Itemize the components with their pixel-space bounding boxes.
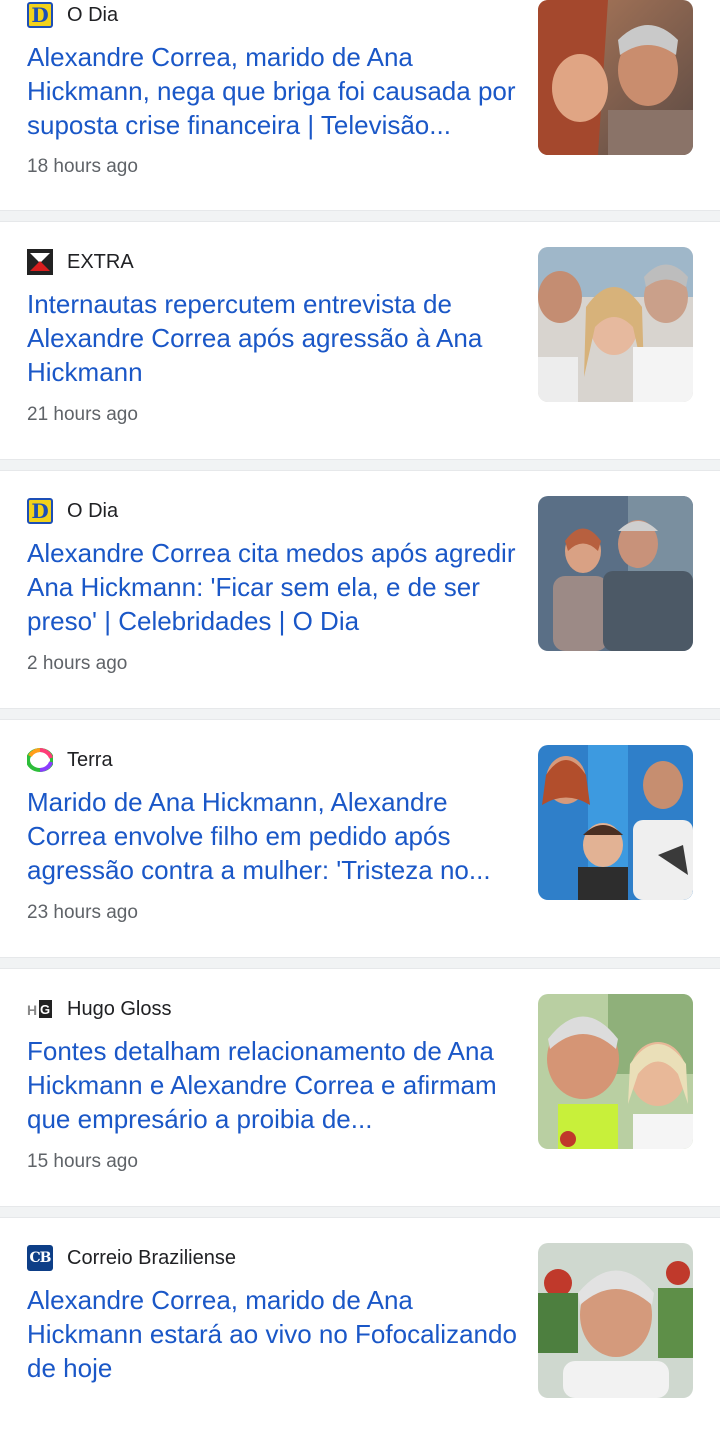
terra-logo-icon — [27, 747, 53, 773]
source-name: EXTRA — [67, 250, 134, 273]
article-headline[interactable]: Fontes detalham relacionamento de Ana Hi… — [27, 1034, 517, 1136]
article-source: Terra — [27, 747, 113, 773]
article-card[interactable]: Terra Marido de Ana Hickmann, Alexandre … — [0, 720, 720, 957]
article-headline[interactable]: Alexandre Correa cita medos após agredir… — [27, 536, 517, 638]
article-thumbnail[interactable] — [538, 496, 693, 651]
article-source: D O Dia — [27, 2, 118, 28]
article-timestamp: 18 hours ago — [27, 156, 138, 177]
svg-text:G: G — [40, 1002, 50, 1017]
article-thumbnail[interactable] — [538, 0, 693, 155]
article-headline[interactable]: Alexandre Correa, marido de Ana Hickmann… — [27, 40, 517, 142]
article-timestamp: 21 hours ago — [27, 404, 138, 425]
article-headline[interactable]: Marido de Ana Hickmann, Alexandre Correa… — [27, 785, 517, 887]
card-divider — [0, 210, 720, 222]
article-card[interactable]: H G Hugo Gloss Fontes detalham relaciona… — [0, 969, 720, 1206]
article-thumbnail[interactable] — [538, 1243, 693, 1398]
article-thumbnail[interactable] — [538, 994, 693, 1149]
article-timestamp: 2 hours ago — [27, 653, 128, 674]
article-source: EXTRA — [27, 249, 134, 275]
article-thumbnail[interactable] — [538, 247, 693, 402]
article-timestamp: 15 hours ago — [27, 1151, 138, 1172]
odia-logo-icon: D — [27, 498, 53, 524]
odia-logo-icon: D — [27, 2, 53, 28]
correio-logo-icon: CB — [27, 1245, 53, 1271]
article-headline[interactable]: Alexandre Correa, marido de Ana Hickmann… — [27, 1283, 517, 1385]
card-divider — [0, 1206, 720, 1218]
card-divider — [0, 459, 720, 471]
card-divider — [0, 957, 720, 969]
source-name: O Dia — [67, 3, 119, 26]
article-timestamp: 23 hours ago — [27, 902, 138, 923]
article-card[interactable]: CB Correio Braziliense Alexandre Correa,… — [0, 1218, 720, 1455]
hugo-gloss-logo-icon: H G — [27, 996, 53, 1022]
article-headline[interactable]: Internautas repercutem entrevista de Ale… — [27, 287, 517, 389]
card-divider — [0, 708, 720, 720]
svg-text:H: H — [27, 1002, 37, 1018]
source-name: Correio Braziliense — [67, 1246, 236, 1269]
article-card[interactable]: D O Dia Alexandre Correa cita medos após… — [0, 471, 720, 708]
article-card[interactable]: EXTRA Internautas repercutem entrevista … — [0, 222, 720, 459]
source-name: O Dia — [67, 499, 119, 522]
article-source: D O Dia — [27, 498, 118, 524]
article-thumbnail[interactable] — [538, 745, 693, 900]
source-name: Hugo Gloss — [67, 997, 172, 1020]
article-source: H G Hugo Gloss — [27, 996, 172, 1022]
extra-logo-icon — [27, 249, 53, 275]
source-name: Terra — [67, 748, 113, 771]
article-source: CB Correio Braziliense — [27, 1245, 236, 1271]
news-feed: D O Dia Alexandre Correa, marido de Ana … — [0, 0, 720, 1455]
article-card[interactable]: D O Dia Alexandre Correa, marido de Ana … — [0, 0, 720, 210]
